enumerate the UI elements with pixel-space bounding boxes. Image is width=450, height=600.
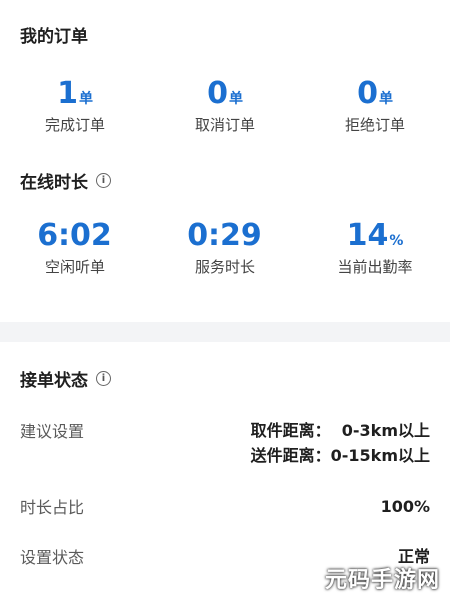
- suggested-settings-row: 建议设置 取件距离： 0-3km以上 送件距离：0-15km以上: [20, 418, 430, 474]
- cancelled-orders-unit: 单: [228, 91, 243, 107]
- orders-card: 我的订单 1单 完成订单 0单 取消订单 0单 拒绝订单 在线时长 i 6:02…: [0, 0, 450, 322]
- rejected-orders-label: 拒绝订单: [344, 116, 405, 134]
- service-duration-label: 服务时长: [194, 258, 255, 276]
- site-watermark: 元码手游网: [324, 568, 440, 593]
- setting-status-label: 设置状态: [20, 548, 85, 567]
- duration-ratio-row: 时长占比 100%: [20, 494, 430, 518]
- my-orders-title: 我的订单: [20, 27, 88, 47]
- completed-orders-unit: 单: [78, 91, 93, 107]
- rejected-orders-value: 0: [357, 76, 378, 111]
- duration-ratio-label: 时长占比: [20, 498, 85, 517]
- info-icon[interactable]: i: [96, 371, 111, 386]
- stat-completed-orders[interactable]: 1单 完成订单: [0, 76, 150, 135]
- order-stats: 1单 完成订单 0单 取消订单 0单 拒绝订单: [0, 76, 450, 135]
- attendance-rate-value: 14: [346, 218, 389, 253]
- service-duration-value: 0:29: [187, 218, 262, 253]
- info-icon[interactable]: i: [96, 173, 111, 188]
- idle-listening-value: 6:02: [37, 218, 112, 253]
- suggested-settings-value: 取件距离： 0-3km以上 送件距离：0-15km以上: [251, 418, 430, 468]
- completed-orders-value: 1: [57, 76, 78, 111]
- attendance-rate-label: 当前出勤率: [337, 258, 413, 276]
- stat-service-duration[interactable]: 0:29 服务时长: [150, 218, 300, 277]
- rejected-orders-unit: 单: [378, 91, 393, 107]
- duration-ratio-value: 100%: [380, 497, 430, 516]
- stat-attendance-rate[interactable]: 14% 当前出勤率: [300, 218, 450, 277]
- stat-cancelled-orders[interactable]: 0单 取消订单: [150, 76, 300, 135]
- pickup-distance: 取件距离： 0-3km以上: [250, 421, 430, 440]
- accept-status-title: 接单状态 i: [20, 366, 111, 391]
- completed-orders-label: 完成订单: [44, 116, 105, 134]
- idle-listening-label: 空闲听单: [44, 258, 105, 276]
- section-divider: [0, 322, 450, 342]
- stat-rejected-orders[interactable]: 0单 拒绝订单: [300, 76, 450, 135]
- stat-idle-listening[interactable]: 6:02 空闲听单: [0, 218, 150, 277]
- delivery-distance: 送件距离：0-15km以上: [250, 446, 430, 465]
- attendance-rate-unit: %: [389, 233, 404, 249]
- suggested-settings-label: 建议设置: [20, 422, 85, 441]
- online-duration-title: 在线时长 i: [20, 168, 111, 193]
- cancelled-orders-label: 取消订单: [194, 116, 255, 134]
- cancelled-orders-value: 0: [207, 76, 228, 111]
- online-stats: 6:02 空闲听单 0:29 服务时长 14% 当前出勤率: [0, 218, 450, 277]
